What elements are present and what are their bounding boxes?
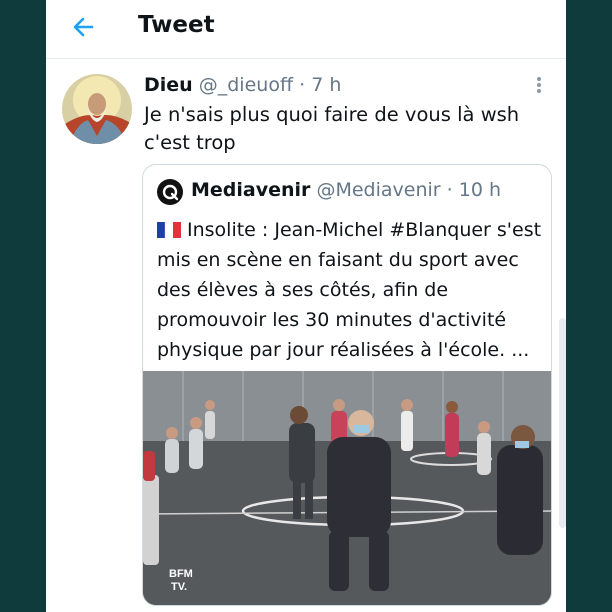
arrow-left-icon[interactable] [68, 12, 98, 42]
video-thumbnail[interactable]: BFM TV. [143, 371, 551, 605]
separator-dot: · [446, 179, 453, 201]
separator-dot: · [299, 74, 306, 96]
author-name[interactable]: Dieu [144, 74, 193, 96]
quoted-text: Insolite : Jean-Michel #Blanquer s'est m… [157, 219, 542, 361]
avatar-image [62, 74, 132, 144]
tweet-text: Je n'sais plus quoi faire de vous là wsh… [144, 103, 520, 154]
tweet-detail-screen: Tweet Dieu @_dieuoff · 7 h Je n'sais plu… [46, 0, 566, 612]
tweet-header: Dieu @_dieuoff · 7 h [144, 74, 341, 96]
mediavenir-logo-icon [157, 179, 183, 205]
more-options-icon[interactable] [536, 76, 542, 94]
page-title: Tweet [138, 12, 215, 38]
quoted-author-name[interactable]: Mediavenir [191, 179, 310, 201]
quoted-time[interactable]: 10 h [459, 179, 501, 201]
bfm-watermark-line2: TV. [171, 581, 187, 593]
author-handle[interactable]: @_dieuoff [199, 74, 293, 96]
tweet-time[interactable]: 7 h [311, 74, 341, 96]
france-flag-icon [157, 222, 181, 238]
quoted-header: Mediavenir @Mediavenir · 10 h [191, 179, 501, 201]
avatar[interactable] [62, 74, 132, 144]
scrollbar[interactable] [559, 318, 566, 528]
top-bar: Tweet [46, 0, 566, 59]
bfm-watermark-line1: BFM [169, 568, 193, 580]
quoted-tweet[interactable]: Mediavenir @Mediavenir · 10 h Insolite :… [142, 164, 552, 606]
quoted-author-handle[interactable]: @Mediavenir [316, 179, 440, 201]
quoted-text-block: Insolite : Jean-Michel #Blanquer s'est m… [157, 215, 543, 365]
